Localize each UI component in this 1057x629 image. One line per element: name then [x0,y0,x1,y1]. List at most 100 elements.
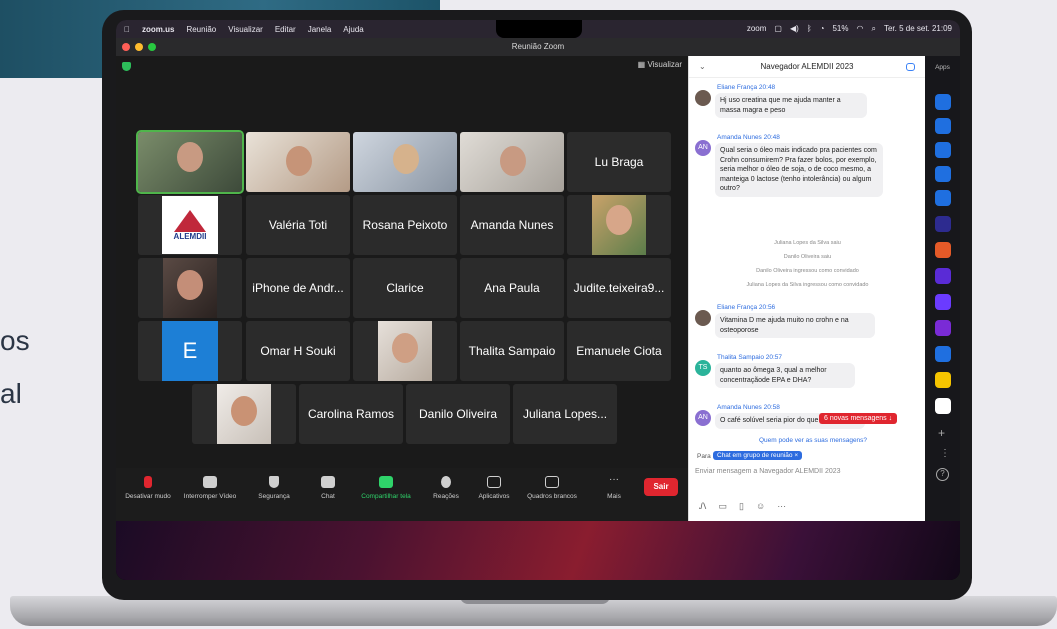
participant-tile[interactable]: Omar H Souki [246,321,350,381]
participant-tile[interactable] [567,195,671,255]
participant-tile[interactable]: E [138,321,242,381]
participant-tile[interactable]: Thalita Sampaio [460,321,564,381]
close-window-button[interactable] [122,43,130,51]
file-icon[interactable]: ▯ [739,501,744,512]
app-icon[interactable] [935,294,951,310]
participant-tile[interactable]: Amanda Nunes [460,195,564,255]
shield-icon [269,476,279,488]
app-icon[interactable] [935,320,951,336]
participant-tile[interactable]: Emanuele Ciota [567,321,671,381]
more-button[interactable]: ··· Mais [582,475,646,501]
app-icon[interactable] [935,268,951,284]
menu-reuniao[interactable]: Reunião [186,25,216,34]
participant-tile[interactable] [192,384,296,444]
screenshot-icon[interactable]: ▭ [719,501,728,512]
more-vertical-icon[interactable]: ⋮ [940,448,950,459]
app-icon[interactable] [935,346,951,362]
stop-video-button[interactable]: Interromper Vídeo [178,476,242,500]
participant-name: Lu Braga [594,155,644,169]
chat-input[interactable]: Enviar mensagem a Navegador ALEMDII 2023 [695,468,920,475]
whiteboards-button[interactable]: Quadros brancos [520,476,584,500]
participant-tile[interactable] [136,130,244,194]
volume-icon[interactable]: ◀) [790,24,799,34]
avatar: AN [695,140,711,156]
menu-janela[interactable]: Janela [308,25,332,34]
chat-button[interactable]: Chat [296,476,360,500]
new-messages-badge[interactable]: 6 novas mensagens ↓ [819,413,898,424]
menu-visualizar[interactable]: Visualizar [228,25,263,34]
screen-icon[interactable]: ▢ [774,24,782,34]
menu-ajuda[interactable]: Ajuda [343,25,363,34]
chat-label: Chat [321,493,335,500]
participant-name: Amanda Nunes [470,218,554,232]
participant-tile[interactable]: Danilo Oliveira [406,384,510,444]
app-icon[interactable] [935,142,951,158]
view-button[interactable]: ▦ Visualizar [638,60,682,69]
participant-name: Emanuele Ciota [576,344,662,358]
who-can-see-link[interactable]: Quem pode ver as suas mensagens? [759,437,867,444]
apps-icon [487,476,501,488]
avatar: TS [695,360,711,376]
video-gallery: ▦ Visualizar Lu Braga ALEMDII Valéria To… [116,56,688,468]
participant-tile[interactable]: Judite.teixeira9... [567,258,671,318]
participant-tile[interactable]: Rosana Peixoto [353,195,457,255]
datetime[interactable]: Ter. 5 de set. 21:09 [884,24,952,34]
participant-tile[interactable]: Carolina Ramos [299,384,403,444]
apple-icon[interactable]:  [124,25,130,34]
clock-icon[interactable]: ◔ [820,24,825,34]
zoom-status[interactable]: zoom [747,24,767,34]
participant-face [286,146,312,176]
format-icon[interactable]: Ꮑ [699,501,707,512]
participant-name: iPhone de Andr... [252,281,344,295]
more-icon[interactable]: ··· [777,501,786,512]
participant-tile[interactable]: iPhone de Andr... [246,258,350,318]
app-icon[interactable] [935,242,951,258]
app-icon[interactable] [935,190,951,206]
chat-bubble-icon [321,476,335,488]
participant-face [231,396,257,426]
leave-button[interactable]: Sair [644,478,678,496]
unmute-button[interactable]: Desativar mudo [116,476,180,500]
recipient-chip[interactable]: Chat em grupo de reunião × [713,451,803,460]
chevron-down-icon[interactable]: ⌄ [699,56,706,78]
share-screen-button[interactable]: Compartilhar tela [354,476,418,500]
participant-tile[interactable]: Lu Braga [567,132,671,192]
whiteboard-icon [545,476,559,488]
participant-tile[interactable] [246,132,350,192]
participant-tile[interactable]: Valéria Toti [246,195,350,255]
apps-label: Apps [935,64,950,71]
app-icon[interactable] [935,216,951,232]
participant-tile[interactable] [353,321,457,381]
minimize-window-button[interactable] [135,43,143,51]
app-icon[interactable] [935,94,951,110]
popout-icon[interactable] [906,63,915,71]
bluetooth-icon[interactable]: ᛒ [807,24,812,34]
security-shield-icon[interactable] [122,62,131,71]
zoom-window-button[interactable] [148,43,156,51]
emoji-icon[interactable]: ☺ [756,501,765,512]
avatar: AN [695,410,711,426]
app-icon[interactable] [935,372,951,388]
help-icon[interactable]: ? [936,468,949,481]
participant-tile[interactable] [353,132,457,192]
participant-tile[interactable]: ALEMDII [138,195,242,255]
menu-editar[interactable]: Editar [275,25,296,34]
add-app-icon[interactable]: + [938,426,945,440]
system-message: Juliana Lopes da Silva saiu [774,240,841,246]
participant-tile[interactable]: Ana Paula [460,258,564,318]
menu-app[interactable]: zoom.us [142,25,174,34]
participant-name: Omar H Souki [260,344,336,358]
wifi-icon[interactable]: ◠ [856,24,863,34]
participant-tile[interactable]: Clarice [353,258,457,318]
search-icon[interactable]: ⌕ [871,24,875,34]
participant-tile[interactable] [460,132,564,192]
app-icon[interactable] [935,398,951,414]
participant-tile[interactable]: Juliana Lopes... [513,384,617,444]
battery-label[interactable]: 51% [832,24,848,34]
window-title: Reunião Zoom [511,42,565,51]
app-icon[interactable] [935,118,951,134]
participant-tile[interactable] [138,258,242,318]
app-icon[interactable] [935,166,951,182]
view-button-label: Visualizar [647,60,682,69]
apps-button[interactable]: Aplicativos [462,476,526,500]
